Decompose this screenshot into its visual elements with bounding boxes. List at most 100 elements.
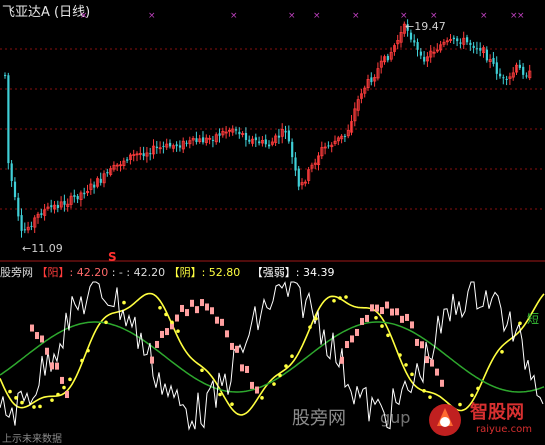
signal-dot (68, 377, 72, 382)
signal-dot (14, 396, 18, 400)
yang-bar (365, 314, 369, 322)
yang-bar (345, 341, 349, 349)
candle-body (466, 37, 469, 43)
candle-body (83, 192, 86, 195)
candle-body (485, 49, 488, 61)
signal-dot (50, 398, 54, 402)
candle-body (195, 138, 198, 143)
signal-dot (470, 393, 474, 398)
top-marker-glyph: × (230, 11, 238, 21)
candle-body (277, 135, 281, 138)
yang-bar (30, 324, 34, 332)
candle-body (175, 144, 178, 147)
signal-dot (170, 320, 174, 325)
candle-body (50, 205, 53, 208)
candle-body (248, 139, 251, 142)
yang-bar (440, 379, 444, 387)
candle-body (126, 159, 129, 161)
candle-body (56, 204, 59, 208)
candle-body (73, 195, 76, 197)
yang-bar (200, 299, 204, 307)
candle-body (76, 196, 79, 200)
top-marker-glyph: × (313, 11, 321, 21)
yang-bar (190, 299, 194, 307)
yang-bar (165, 328, 169, 336)
signal-dot (284, 364, 288, 368)
top-marker-glyph: × (517, 11, 525, 21)
signal-dot (308, 325, 312, 329)
top-marker-glyph: × (80, 11, 88, 21)
candle-body (142, 153, 145, 157)
yang-bar (205, 303, 209, 311)
signal-dot (218, 392, 222, 397)
candle-body (409, 32, 413, 40)
signal-dot (410, 372, 414, 377)
candle-body (475, 48, 479, 50)
top-marker-glyph: × (480, 11, 488, 21)
candle-body (419, 51, 422, 56)
yang-bar (375, 304, 379, 312)
signal-dot (86, 348, 90, 353)
yang-bar (390, 308, 394, 316)
yang-bar (250, 381, 254, 389)
candle-body (452, 37, 455, 40)
candle-body (469, 42, 472, 45)
signal-dot (176, 329, 180, 333)
signal-dot (314, 316, 318, 321)
signal-dot (338, 296, 342, 300)
signal-dot (272, 382, 276, 386)
yang-bar (195, 306, 199, 314)
signal-dot (8, 389, 12, 394)
low-arrow: ← (22, 242, 32, 255)
yang-bar (210, 307, 214, 315)
yang-bar (350, 335, 354, 343)
yang-bar (50, 362, 54, 370)
yang-bar (380, 307, 384, 315)
candle-body (244, 132, 248, 140)
yang-bar (235, 345, 239, 353)
signal-dot (200, 368, 204, 373)
candle-body (518, 64, 521, 68)
yang-bar (430, 359, 434, 367)
candle-body (343, 135, 347, 137)
signal-dot (344, 295, 348, 299)
short-line-label: 短 (527, 312, 540, 326)
candle-body (155, 146, 158, 148)
yang-bar (425, 356, 429, 364)
price-chart[interactable]: × × × × × × × × × × × (0, 0, 545, 262)
candle-body (472, 45, 475, 49)
yang-bar (150, 356, 154, 364)
mid-line (0, 321, 545, 393)
candle-body (499, 73, 502, 77)
yang-bar (155, 340, 159, 348)
candle-body (20, 215, 23, 231)
high-arrow: ← (405, 20, 415, 33)
signal-dot (80, 358, 84, 363)
signal-dot (374, 315, 378, 320)
candle-body (202, 137, 205, 143)
signal-dot (122, 300, 126, 305)
signal-dot (56, 392, 60, 397)
yang-bar (410, 321, 414, 329)
candle-body (370, 77, 373, 83)
yang-bar (215, 316, 219, 324)
candle-body (284, 130, 287, 133)
candle-body (238, 131, 241, 135)
watermark-en: gup (380, 408, 411, 427)
candle-body (287, 130, 290, 142)
yang-bar (435, 368, 439, 376)
candle-body (492, 57, 495, 64)
yang-bar (180, 304, 184, 312)
yang-bar (185, 309, 189, 317)
candle-body (185, 142, 188, 144)
yang-bar (55, 362, 59, 370)
signal-dot (290, 354, 294, 358)
watermark-cn: 股旁网 (292, 408, 346, 429)
candle-body (525, 75, 528, 77)
signal-dot (278, 373, 282, 378)
yang-bar (175, 314, 179, 322)
candle-body (459, 42, 462, 44)
candle-body (7, 75, 10, 164)
candle-body (502, 77, 505, 79)
signal-dot (422, 388, 426, 393)
